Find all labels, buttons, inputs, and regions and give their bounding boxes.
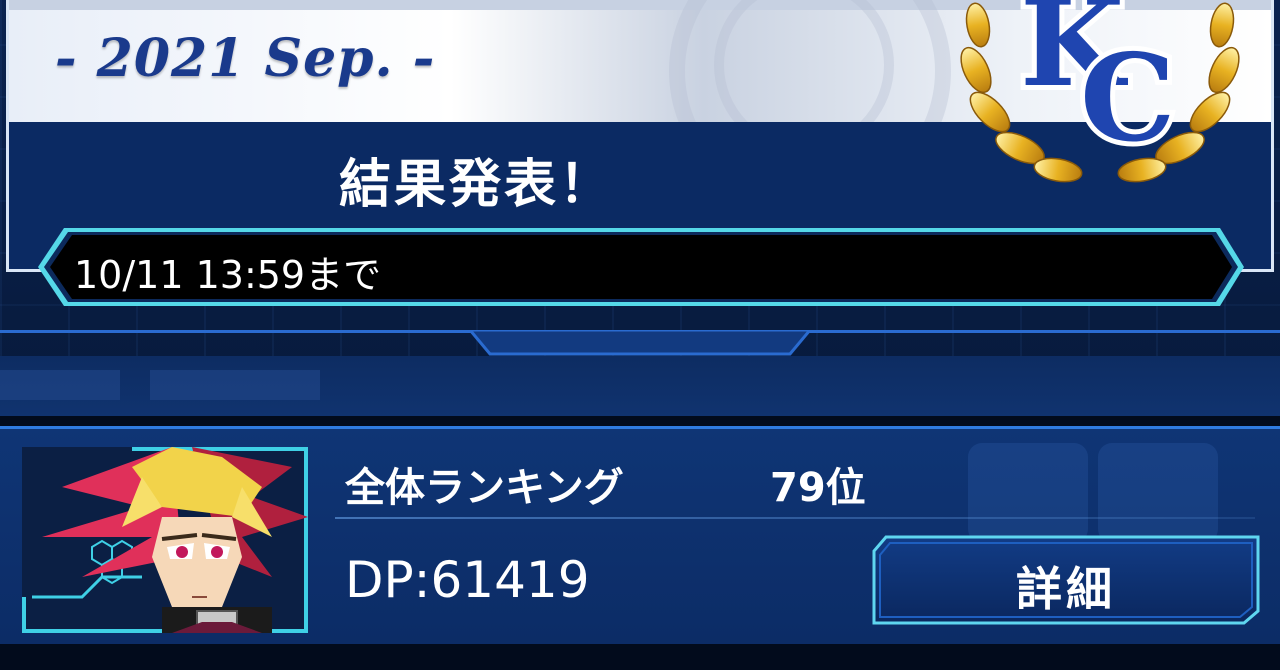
divider	[466, 328, 814, 356]
ranking-label: 全体ランキング	[345, 465, 624, 511]
strip-block	[0, 370, 120, 400]
strip-block	[150, 370, 320, 400]
banner-decoration	[714, 0, 894, 122]
panel-decoration	[1098, 443, 1218, 543]
details-button-label: 詳細	[1016, 562, 1116, 616]
deadline-text: 10/11 13:59まで	[74, 253, 382, 297]
decorative-strip	[0, 356, 1280, 416]
svg-text:C: C	[1080, 28, 1176, 169]
event-month-label: - 2021 Sep. -	[55, 28, 436, 89]
duelist-portrait-icon[interactable]	[22, 447, 308, 633]
deadline-bar: 10/11 13:59まで	[38, 228, 1244, 306]
ranking-value: 79位	[770, 465, 866, 511]
panel-decoration	[968, 443, 1088, 543]
bottom-edge	[0, 644, 1280, 670]
dp-value: DP:61419	[345, 551, 590, 609]
results-title: 結果発表！	[339, 155, 615, 215]
divider	[335, 517, 1255, 519]
details-button[interactable]: 詳細	[872, 535, 1260, 625]
divider	[0, 416, 1280, 426]
laurel-kc-emblem-icon: K K C C	[950, 0, 1250, 195]
player-ranking-panel: 全体ランキング 79位 DP:61419 詳細	[0, 426, 1280, 644]
